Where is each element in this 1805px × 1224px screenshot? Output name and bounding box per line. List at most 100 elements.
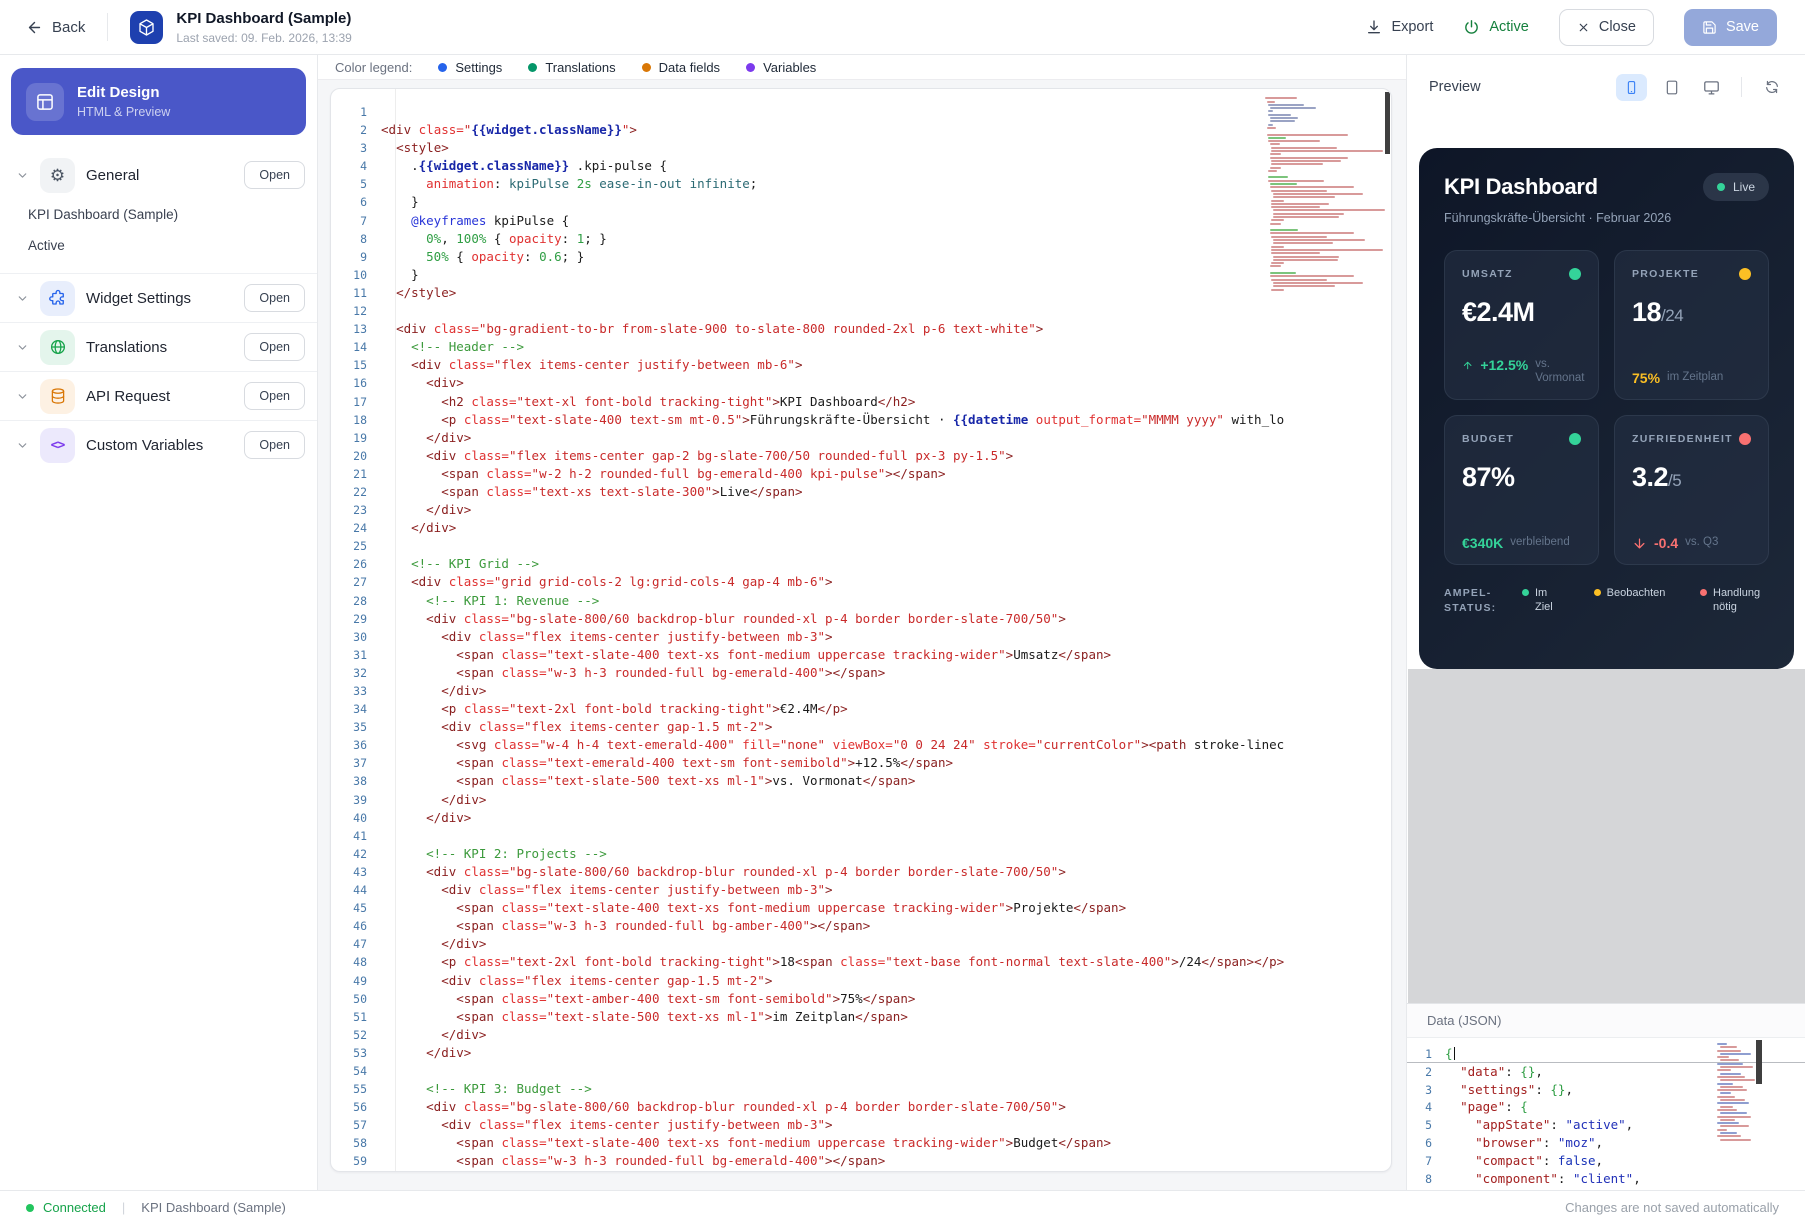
code-line: 4 .{{widget.className}} .kpi-pulse { (331, 157, 1391, 175)
legend-dot (642, 63, 651, 72)
close-button[interactable]: Close (1559, 9, 1654, 46)
section-sub-item: KPI Dashboard (Sample) (28, 199, 317, 230)
minimap-line (1268, 124, 1273, 126)
minimap-line (1717, 1122, 1739, 1124)
section-label: Translations (86, 339, 167, 356)
code-line: 26 <!-- KPI Grid --> (331, 555, 1391, 573)
kpi-value: 87% (1462, 462, 1581, 493)
minimap-line (1270, 265, 1281, 267)
legend-item-variables: Variables (746, 60, 816, 75)
minimap-line (1717, 1050, 1741, 1052)
code-line: 13 <div class="bg-gradient-to-br from-sl… (331, 320, 1391, 338)
device-desktop-button[interactable] (1696, 74, 1727, 101)
device-tablet-button[interactable] (1656, 74, 1687, 101)
code-line: 51 <span class="text-slate-500 text-xs m… (331, 1008, 1391, 1026)
live-dot (1717, 183, 1725, 191)
section-label: General (86, 167, 139, 184)
export-button[interactable]: Export (1366, 19, 1433, 35)
kpi-status-dot (1739, 433, 1751, 445)
back-button[interactable]: Back (26, 19, 85, 36)
minimap-line (1717, 1109, 1737, 1111)
code-line: 20 <div class="flex items-center gap-2 b… (331, 447, 1391, 465)
code-line: 19 </div> (331, 429, 1391, 447)
save-button[interactable]: Save (1684, 9, 1777, 46)
code-line: 52 </div> (331, 1026, 1391, 1044)
minimap-line (1271, 203, 1329, 205)
data-json-editor[interactable]: 1{2 "data": {},3 "settings": {},4 "page"… (1407, 1038, 1805, 1190)
json-minimap[interactable] (1715, 1043, 1753, 1142)
code-line: 24 </div> (331, 519, 1391, 537)
section-sub-item: Active (28, 230, 317, 261)
chevron-down-icon (16, 390, 29, 403)
kpi-delta: +12.5% (1480, 358, 1528, 373)
editor-scrollbar[interactable] (1385, 92, 1390, 154)
kpi-label: UMSATZ (1462, 268, 1513, 280)
minimap-line (1268, 140, 1320, 142)
json-scrollbar[interactable] (1756, 1040, 1762, 1084)
kpi-card-zufriedenheit: ZUFRIEDENHEIT3.2/5-0.4vs. Q3 (1614, 415, 1769, 565)
header-divider (107, 13, 108, 41)
code-line: 39 </div> (331, 791, 1391, 809)
preview-panel: Preview KPI Dashboard Live Führungskräft… (1406, 55, 1805, 1190)
minimap-line (1270, 229, 1298, 231)
minimap-line (1270, 117, 1298, 119)
status-divider: | (122, 1200, 125, 1215)
refresh-button[interactable] (1756, 74, 1787, 101)
minimap-line (1268, 170, 1277, 172)
status-dot (1700, 589, 1707, 596)
sidebar-section-api-request[interactable]: API RequestOpen (0, 372, 317, 420)
code-line: 56 <div class="bg-slate-800/60 backdrop-… (331, 1098, 1391, 1116)
code-line: 18 <p class="text-slate-400 text-sm mt-0… (331, 411, 1391, 429)
sidebar-item-edit-design[interactable]: Edit Design HTML & Preview (11, 68, 306, 135)
minimap-line (1720, 1139, 1751, 1141)
code-line: 34 <p class="text-2xl font-bold tracking… (331, 700, 1391, 718)
sidebar-section-general[interactable]: ⚙GeneralOpen (0, 151, 317, 199)
minimap-line (1271, 219, 1284, 221)
kpi-value: €2.4M (1462, 297, 1581, 328)
puzzle-icon (49, 289, 67, 307)
device-phone-button[interactable] (1616, 74, 1647, 101)
minimap-line (1273, 209, 1385, 211)
code-line: 46 <span class="w-3 h-3 rounded-full bg-… (331, 917, 1391, 935)
code-line: 31 <span class="text-slate-400 text-xs f… (331, 646, 1391, 664)
minimap-line (1273, 213, 1344, 215)
open-button[interactable]: Open (244, 284, 305, 312)
sidebar-section-custom-variables[interactable]: <>Custom VariablesOpen (0, 421, 317, 469)
sidebar-section-widget-settings[interactable]: Widget SettingsOpen (0, 274, 317, 322)
minimap-line (1717, 1116, 1751, 1118)
database-icon (49, 387, 67, 405)
minimap-line (1271, 279, 1327, 281)
code-line: 9 50% { opacity: 0.6; } (331, 248, 1391, 266)
kpi-status-dot (1739, 268, 1751, 280)
open-button[interactable]: Open (244, 382, 305, 410)
open-button[interactable]: Open (244, 333, 305, 361)
minimap-line (1265, 130, 1381, 132)
legend-dot (746, 63, 755, 72)
sidebar-section-translations[interactable]: Translations Open (0, 323, 317, 371)
legend-item-translations: Translations (528, 60, 615, 75)
minimap-line (1273, 242, 1333, 244)
data-json-title: Data (JSON) (1427, 1013, 1501, 1028)
minimap-line (1720, 1086, 1743, 1088)
minimap-line (1267, 101, 1275, 103)
active-toggle[interactable]: Active (1463, 19, 1529, 36)
editor-minimap[interactable] (1265, 94, 1381, 292)
code-line: 36 <svg class="w-4 h-4 text-emerald-400"… (331, 736, 1391, 754)
code-line: 47 </div> (331, 935, 1391, 953)
html-code-editor[interactable]: 12<div class="{{widget.className}}">3 <s… (330, 88, 1392, 1172)
open-button[interactable]: Open (244, 431, 305, 459)
code-line: 58 <span class="text-slate-400 text-xs f… (331, 1134, 1391, 1152)
code-line: 15 <div class="flex items-center justify… (331, 356, 1391, 374)
code-line: 25 (331, 537, 1391, 555)
minimap-line (1273, 196, 1335, 198)
code-line: 16 <div> (331, 374, 1391, 392)
code-line: 54 (331, 1062, 1391, 1080)
color-legend-label: Color legend: (335, 60, 412, 75)
minimap-line (1267, 127, 1276, 129)
last-saved-text: Last saved: 09. Feb. 2026, 13:39 (176, 31, 351, 45)
minimap-line (1268, 180, 1324, 182)
power-icon (1463, 19, 1480, 36)
ampel-status-label: AMPEL-STATUS: (1444, 586, 1510, 615)
open-button[interactable]: Open (244, 161, 305, 189)
edit-design-title: Edit Design (77, 84, 170, 101)
